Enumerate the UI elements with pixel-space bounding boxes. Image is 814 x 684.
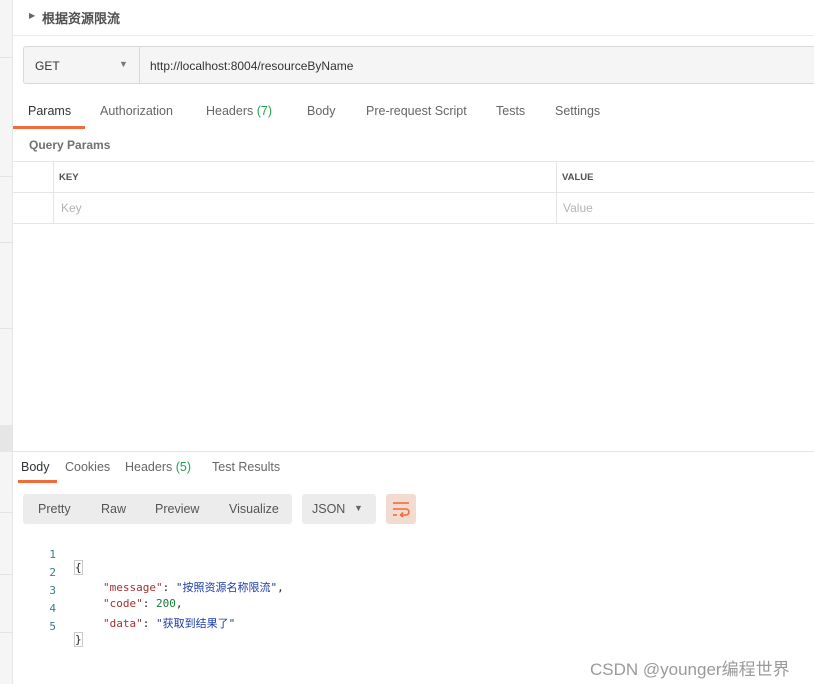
tab-label: Headers xyxy=(125,460,173,474)
tab-body[interactable]: Body xyxy=(307,104,336,118)
watermark: CSDN @younger编程世界 xyxy=(590,660,790,679)
key-input[interactable]: Key xyxy=(61,201,82,215)
raw-button[interactable]: Raw xyxy=(101,502,126,516)
tab-count-badge: (5) xyxy=(175,460,192,474)
table-column-divider xyxy=(53,161,54,223)
request-title: 根据资源限流 xyxy=(42,11,121,26)
tab-label: Body xyxy=(21,460,50,474)
tab-label: Authorization xyxy=(100,104,173,118)
method-label: GET xyxy=(35,59,60,73)
value-column-header: VALUE xyxy=(562,172,594,183)
wrap-lines-button[interactable] xyxy=(386,494,416,524)
value-input[interactable]: Value xyxy=(563,201,593,215)
pretty-button[interactable]: Pretty xyxy=(38,502,71,516)
sidebar-divider xyxy=(0,242,12,243)
tab-headers[interactable]: Headers (7) xyxy=(206,104,272,118)
sidebar-divider xyxy=(0,57,12,58)
tab-label: Tests xyxy=(496,104,526,118)
tab-test-results[interactable]: Test Results xyxy=(212,460,280,474)
code-line: 2 "message": "按照资源名称限流", xyxy=(23,553,523,594)
table-border xyxy=(13,223,814,224)
active-tab-indicator xyxy=(18,480,57,483)
preview-button[interactable]: Preview xyxy=(155,502,199,516)
sidebar-divider xyxy=(0,632,12,633)
line-number: 5 xyxy=(49,620,56,633)
json-close-brace: } xyxy=(74,632,83,647)
code-line: 5 } xyxy=(23,607,523,647)
query-params-label: Query Params xyxy=(29,138,111,152)
code-line: 4 "data": "获取到结果了" xyxy=(23,589,523,630)
tab-count-badge: (7) xyxy=(256,104,273,118)
table-border xyxy=(13,192,814,193)
tab-label: Settings xyxy=(555,104,601,118)
tab-params[interactable]: Params xyxy=(28,104,71,118)
tab-label: Body xyxy=(307,104,336,118)
sidebar-divider xyxy=(0,574,12,575)
tab-label: Headers xyxy=(206,104,254,118)
tab-label: Pre-request Script xyxy=(366,104,467,118)
code-line: 1 { xyxy=(23,535,523,575)
tab-pre-request-script[interactable]: Pre-request Script xyxy=(366,104,467,118)
sidebar-divider xyxy=(0,176,12,177)
tab-label: Params xyxy=(28,104,72,118)
chevron-down-icon: ▼ xyxy=(119,59,128,69)
tab-settings[interactable]: Settings xyxy=(555,104,600,118)
tab-response-headers[interactable]: Headers (5) xyxy=(125,460,191,474)
url-bar: GET ▼ http://localhost:8004/resourceByNa… xyxy=(23,46,814,84)
tab-label: Test Results xyxy=(212,460,281,474)
tab-response-body[interactable]: Body xyxy=(21,460,50,474)
view-mode-group: Pretty Raw Preview Visualize xyxy=(23,494,292,524)
sidebar-divider xyxy=(0,512,12,513)
request-title-row[interactable]: ▶ 根据资源限流 xyxy=(13,0,814,36)
chevron-down-icon: ▼ xyxy=(354,503,363,513)
key-column-header: KEY xyxy=(59,172,79,183)
url-input[interactable]: http://localhost:8004/resourceByName xyxy=(150,59,353,73)
tab-tests[interactable]: Tests xyxy=(496,104,525,118)
tab-cookies[interactable]: Cookies xyxy=(65,460,110,474)
table-border xyxy=(13,161,814,162)
tab-label: Cookies xyxy=(65,460,111,474)
active-tab-indicator xyxy=(13,126,85,129)
table-column-divider xyxy=(556,161,557,223)
visualize-button[interactable]: Visualize xyxy=(229,502,279,516)
method-select[interactable]: GET ▼ xyxy=(24,47,140,83)
format-select[interactable]: JSON ▼ xyxy=(302,494,376,524)
collapse-caret-icon[interactable]: ▶ xyxy=(29,11,35,20)
format-label: JSON xyxy=(312,502,346,516)
sidebar-selected-block[interactable] xyxy=(0,425,12,452)
response-tabs: Body Cookies Headers (5) Test Results xyxy=(13,452,814,486)
sidebar-divider xyxy=(0,328,12,329)
query-params-table: KEY VALUE Key Value xyxy=(13,161,814,224)
wrap-lines-icon xyxy=(393,502,410,517)
code-line: 3 "code": 200, xyxy=(23,571,523,610)
left-sidebar-strip xyxy=(0,0,13,684)
request-tabs: Params Authorization Headers (7) Body Pr… xyxy=(13,97,814,129)
tab-authorization[interactable]: Authorization xyxy=(100,104,173,118)
